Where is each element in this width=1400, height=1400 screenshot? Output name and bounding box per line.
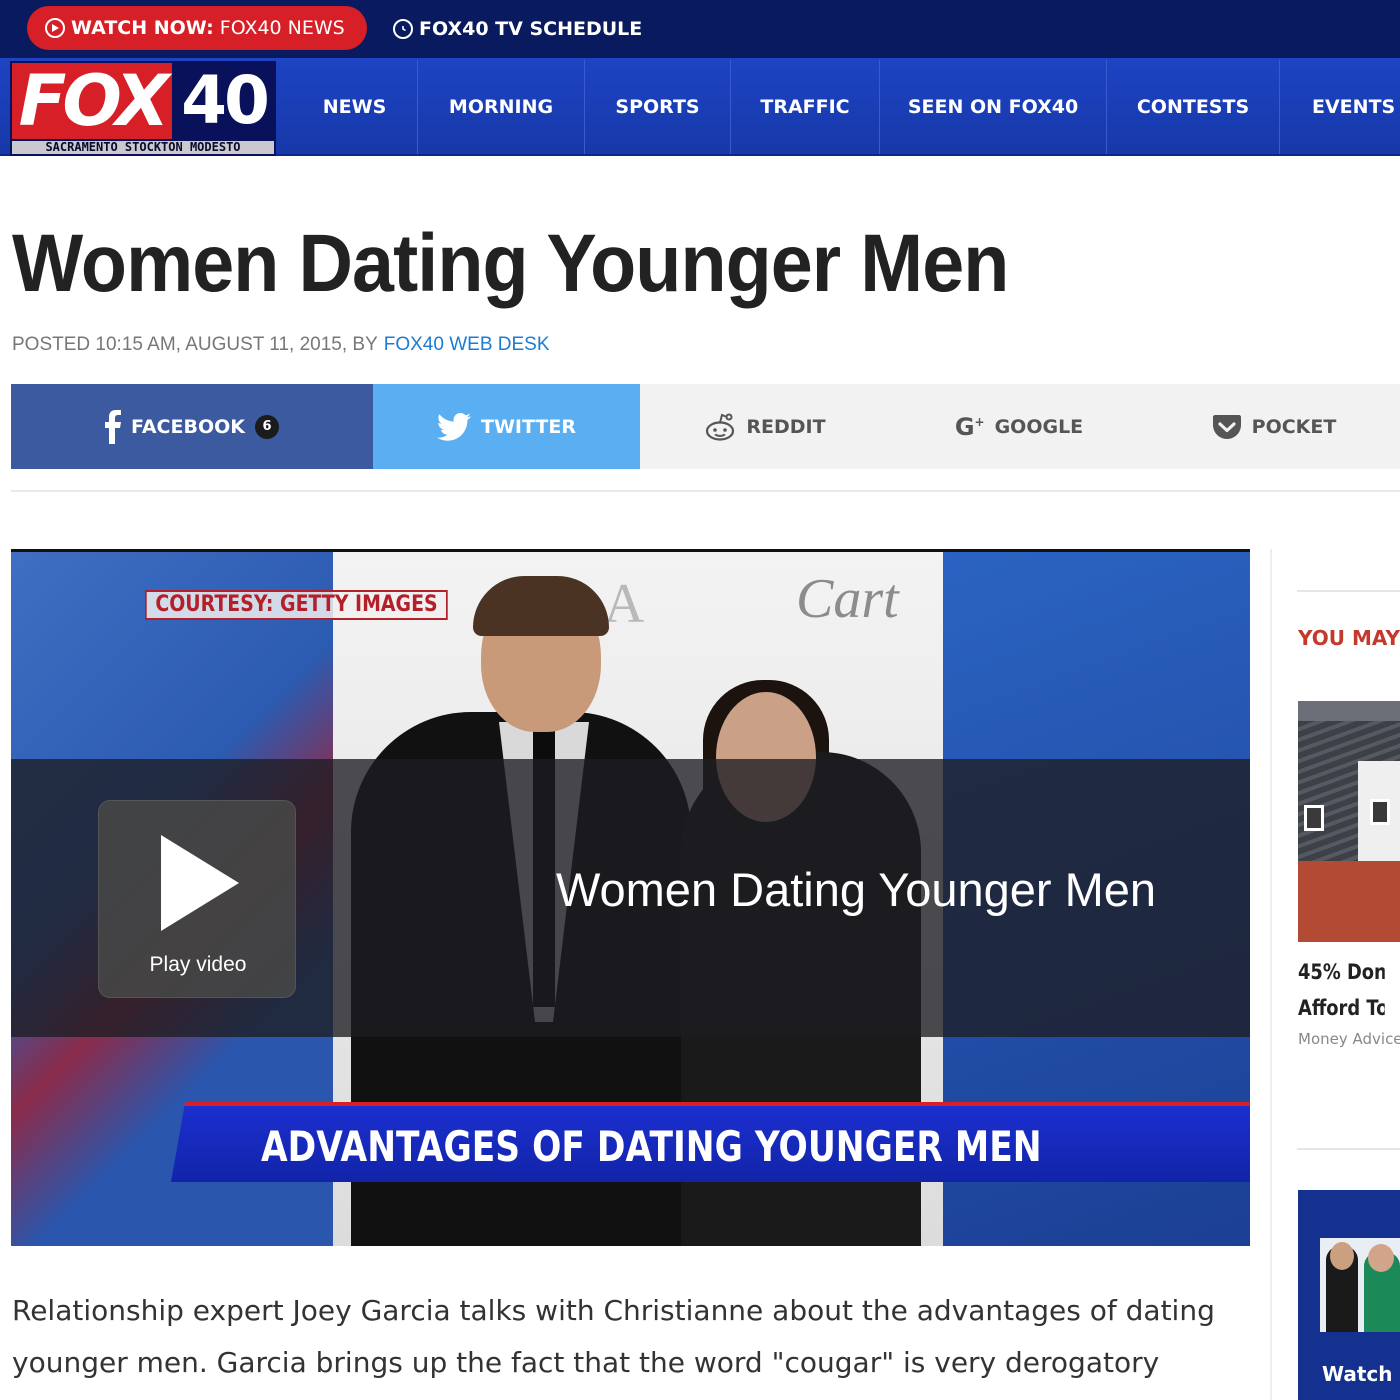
promo-anchor-1-head — [1330, 1242, 1354, 1270]
sidebar-divider — [1270, 549, 1272, 1400]
pocket-icon — [1212, 414, 1241, 439]
sponsored-card-title[interactable]: 45% Don't Afford To — [1298, 954, 1385, 1026]
video-title: Women Dating Younger Men — [556, 863, 1157, 916]
image-courtesy-credit: COURTESY: GETTY IMAGES — [145, 590, 448, 620]
sponsored-thumbnail[interactable] — [1298, 701, 1400, 942]
twitter-label: TWITTER — [481, 415, 576, 438]
sponsored-card-source: Money Advice — [1298, 1030, 1400, 1048]
share-twitter-button[interactable]: TWITTER — [373, 384, 640, 469]
pocket-label: POCKET — [1251, 415, 1337, 438]
sponsored-title-line-2: Afford To — [1298, 996, 1385, 1020]
share-google-button[interactable]: G+ GOOGLE — [890, 384, 1148, 469]
article-title: Women Dating Younger Men — [12, 218, 1009, 309]
fox40-logo[interactable]: FOX 40 SACRAMENTO STOCKTON MODESTO — [10, 61, 276, 156]
share-divider — [11, 490, 1400, 492]
sidebar-heading: YOU MAY — [1298, 626, 1400, 650]
thumb-wall — [1298, 861, 1400, 942]
tv-schedule-label: FOX40 TV SCHEDULE — [419, 18, 643, 40]
tv-schedule-link[interactable]: FOX40 TV SCHEDULE — [393, 14, 642, 44]
watch-now-channel: FOX40 NEWS — [219, 17, 345, 39]
play-circle-icon — [45, 18, 65, 38]
nav-item-events[interactable]: EVENTS — [1280, 60, 1400, 154]
play-video-button[interactable]: Play video — [98, 800, 296, 998]
nav-item-news[interactable]: NEWS — [292, 60, 418, 154]
thumb-window — [1304, 805, 1324, 831]
logo-number: 40 — [181, 62, 270, 139]
facebook-label: FACEBOOK — [131, 415, 245, 438]
posted-date: POSTED 10:15 AM, AUGUST 11, 2015, BY — [12, 334, 378, 355]
author-link[interactable]: FOX40 WEB DESK — [384, 334, 550, 356]
backdrop-sponsor-logo: Cart — [796, 568, 899, 630]
watch-promo-card[interactable]: Watch o — [1298, 1190, 1400, 1400]
reddit-label: REDDIT — [746, 415, 826, 438]
sidebar-top-rule — [1297, 590, 1400, 592]
google-plus-icon: G+ — [954, 412, 985, 441]
facebook-icon — [105, 409, 122, 444]
reddit-icon — [706, 413, 735, 441]
byline: POSTED 10:15 AM, AUGUST 11, 2015, BY FOX… — [12, 332, 550, 358]
promo-anchors-image — [1320, 1238, 1400, 1332]
clock-icon — [393, 19, 413, 39]
video-player[interactable]: ADA Cart COURTESY: GETTY IMAGES Women Da… — [11, 549, 1250, 1246]
share-reddit-button[interactable]: REDDIT — [640, 384, 890, 469]
watch-now-button[interactable]: WATCH NOW: FOX40 NEWS — [27, 6, 367, 50]
sidebar-mid-rule — [1297, 1148, 1400, 1150]
nav-item-sports[interactable]: SPORTS — [585, 60, 731, 154]
google-label: GOOGLE — [994, 415, 1084, 438]
nav-item-contests[interactable]: CONTESTS — [1107, 60, 1280, 154]
promo-text: Watch o — [1322, 1362, 1400, 1386]
sponsored-title-line-1: 45% Don't — [1298, 960, 1385, 984]
play-icon — [161, 835, 239, 931]
share-facebook-button[interactable]: FACEBOOK 6 — [11, 384, 373, 469]
logo-cities: SACRAMENTO STOCKTON MODESTO — [12, 141, 274, 154]
facebook-share-count: 6 — [254, 414, 279, 439]
share-pocket-button[interactable]: POCKET — [1148, 384, 1400, 469]
nav-item-morning[interactable]: MORNING — [418, 60, 585, 154]
nav-item-seen-on-fox40[interactable]: SEEN ON FOX40 — [880, 60, 1107, 154]
promo-anchor-2-head — [1368, 1244, 1394, 1272]
logo-fox-text: FOX — [12, 63, 172, 139]
nav-item-traffic[interactable]: TRAFFIC — [731, 60, 880, 154]
article-body: Relationship expert Joey Garcia talks wi… — [12, 1294, 1215, 1379]
lower-third-text: ADVANTAGES OF DATING YOUNGER MEN — [261, 1122, 1042, 1171]
twitter-icon — [437, 412, 472, 441]
watch-now-label: WATCH NOW: — [71, 17, 214, 39]
play-video-label: Play video — [149, 953, 247, 976]
thumb-window — [1370, 799, 1390, 825]
